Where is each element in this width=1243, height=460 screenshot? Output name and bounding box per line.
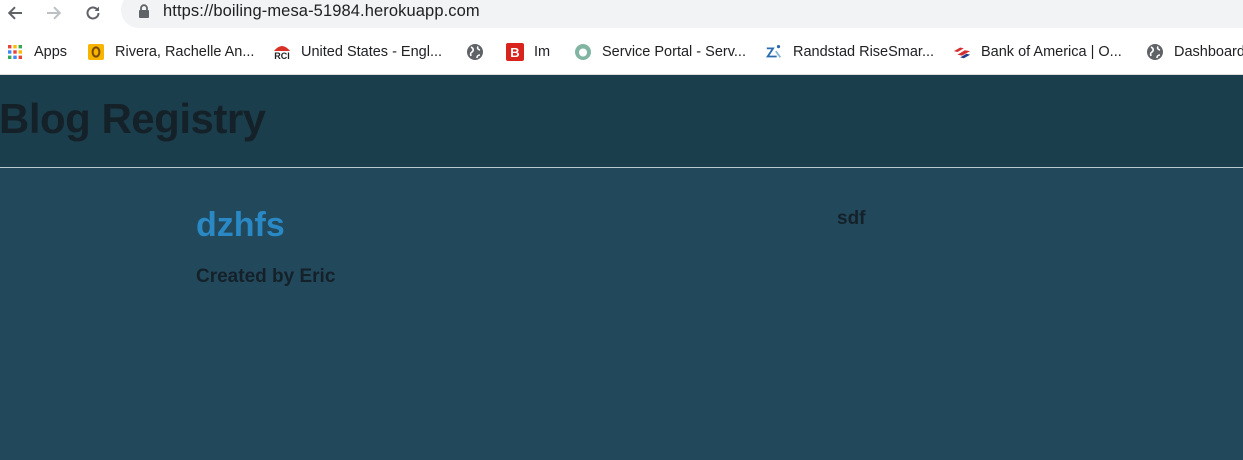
bookmark-bank-of-america[interactable]: Bank of America | O... — [953, 38, 1122, 66]
bookmark-label: Apps — [34, 44, 68, 60]
bookmarks-bar: Apps Rivera, Rachelle An... RCI United S… — [0, 38, 1243, 66]
bookmark-label: Im — [534, 44, 551, 60]
risesmart-icon — [765, 43, 783, 61]
blog-list: dzhfs Created by Eric sdf — [0, 168, 1243, 460]
bank-of-america-icon — [953, 43, 971, 61]
bookmark-united-states[interactable]: RCI United States - Engl... — [273, 38, 442, 66]
reload-button[interactable] — [80, 0, 106, 26]
post-body: sdf — [837, 208, 866, 229]
rci-icon: RCI — [273, 43, 291, 61]
bookmark-label: Rivera, Rachelle An... — [115, 44, 255, 60]
browser-chrome: https://boiling-mesa-51984.herokuapp.com… — [0, 0, 1243, 75]
globe-icon — [466, 43, 484, 61]
bookmark-label: Bank of America | O... — [981, 44, 1122, 60]
forward-arrow-icon — [47, 6, 62, 20]
bookmark-service-portal[interactable]: Service Portal - Serv... — [574, 38, 746, 66]
b-logo-text: B — [510, 44, 520, 60]
bookmark-randstad[interactable]: Randstad RiseSmar... — [765, 38, 934, 66]
address-bar[interactable]: https://boiling-mesa-51984.herokuapp.com — [121, 0, 1243, 28]
apps-grid-icon — [6, 43, 24, 61]
servicenow-icon — [574, 43, 592, 61]
back-arrow-icon — [7, 6, 22, 20]
post-author: Created by Eric — [196, 266, 336, 287]
bookmark-label: Randstad RiseSmar... — [793, 44, 935, 60]
bookmark-globe[interactable] — [466, 38, 484, 66]
rci-icon-text: RCI — [274, 50, 290, 61]
back-button[interactable] — [2, 0, 28, 26]
bookmark-label: Dashboard — [1174, 44, 1243, 60]
bookmark-im[interactable]: B Im — [506, 38, 550, 66]
site-header: Blog Registry — [0, 75, 1243, 167]
reload-icon — [86, 6, 100, 20]
bookmark-label: United States - Engl... — [301, 44, 443, 60]
bookmark-label: Service Portal - Serv... — [602, 44, 746, 60]
globe-icon — [1146, 43, 1164, 61]
bookmark-apps[interactable]: Apps — [6, 38, 67, 66]
b-logo-icon: B — [506, 43, 524, 61]
forward-button[interactable] — [41, 0, 67, 26]
address-url: https://boiling-mesa-51984.herokuapp.com — [163, 2, 480, 20]
lock-icon — [139, 4, 149, 18]
post-title-link[interactable]: dzhfs — [196, 206, 285, 245]
bookmark-dashboard[interactable]: Dashboard — [1146, 38, 1243, 66]
page-title: Blog Registry — [0, 95, 266, 142]
bookmark-rivera-rachelle[interactable]: Rivera, Rachelle An... — [87, 38, 254, 66]
outlook-icon — [87, 43, 105, 61]
